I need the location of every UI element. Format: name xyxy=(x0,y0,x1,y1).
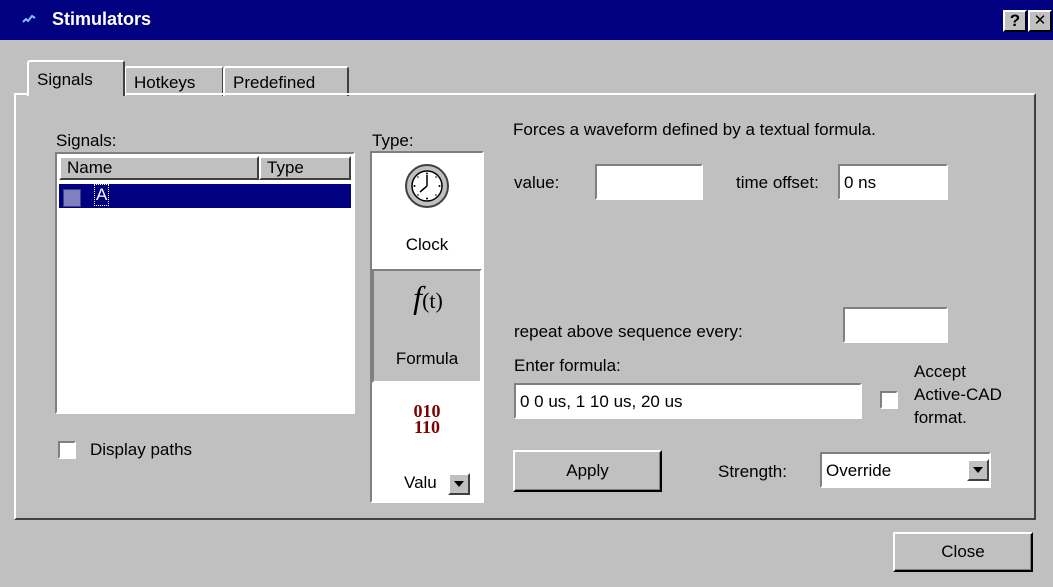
formula-glyph-t: (t) xyxy=(422,288,443,313)
signal-row[interactable]: A xyxy=(59,184,351,208)
type-label: Type: xyxy=(372,131,414,150)
accept-label-line3: format. xyxy=(914,408,967,427)
value-label: value: xyxy=(514,173,560,192)
chevron-down-icon xyxy=(454,481,464,487)
accept-label-line2: Active-CAD xyxy=(914,385,1002,404)
column-header-name[interactable]: Name xyxy=(59,156,259,180)
tab-signals-label: Signals xyxy=(37,70,93,89)
tab-predefined-label: Predefined xyxy=(233,73,316,92)
apply-button[interactable]: Apply xyxy=(513,450,662,492)
signals-label: Signals: xyxy=(56,131,117,150)
close-window-button[interactable]: ✕ xyxy=(1028,10,1052,32)
tab-predefined[interactable]: Predefined xyxy=(223,66,349,96)
signal-icon xyxy=(63,189,81,207)
binary-bottom: 110 xyxy=(413,417,440,437)
title-bar[interactable]: Stimulators ? ✕ xyxy=(0,0,1053,40)
column-header-type-label: Type xyxy=(267,158,304,177)
time-offset-input[interactable]: 0 ns xyxy=(838,164,948,200)
formula-input[interactable]: 0 0 us, 1 10 us, 20 us xyxy=(514,383,862,419)
tab-signals[interactable]: Signals xyxy=(27,60,125,96)
repeat-input[interactable] xyxy=(843,307,948,343)
type-formula[interactable]: f(t) Formula xyxy=(372,269,482,383)
enter-formula-label: Enter formula: xyxy=(514,356,621,375)
strength-select[interactable]: Override xyxy=(820,452,991,488)
help-button[interactable]: ? xyxy=(1003,10,1027,32)
display-paths-checkbox[interactable] xyxy=(58,441,76,459)
type-scroll-down-button[interactable] xyxy=(448,473,470,495)
window-title: Stimulators xyxy=(52,9,152,29)
accept-active-cad-checkbox[interactable] xyxy=(880,391,898,409)
column-header-name-label: Name xyxy=(67,158,113,177)
strength-dropdown-button[interactable] xyxy=(967,459,989,481)
signal-name: A xyxy=(93,184,110,206)
value-input[interactable] xyxy=(595,164,703,200)
binary-value-icon: 010 110 xyxy=(392,402,462,437)
formula-icon: f(t) xyxy=(398,279,458,316)
close-button[interactable]: Close xyxy=(893,532,1033,572)
strength-label: Strength: xyxy=(718,462,787,481)
column-header-type[interactable]: Type xyxy=(259,156,351,180)
time-offset-text: 0 ns xyxy=(844,173,877,192)
time-offset-label: time offset: xyxy=(736,173,819,192)
tab-hotkeys-label: Hotkeys xyxy=(134,73,196,92)
type-clock[interactable]: Clock xyxy=(372,153,482,269)
formula-glyph-f: f xyxy=(413,279,423,315)
app-icon xyxy=(22,14,36,23)
type-formula-label: Formula xyxy=(395,349,459,368)
type-clock-label: Clock xyxy=(405,235,449,254)
signals-list[interactable]: Name Type A xyxy=(55,152,355,414)
formula-description: Forces a waveform defined by a textual f… xyxy=(513,120,876,139)
strength-value: Override xyxy=(826,461,892,480)
accept-label-line1: Accept xyxy=(914,362,966,381)
formula-input-text: 0 0 us, 1 10 us, 20 us xyxy=(520,392,683,411)
type-value[interactable]: 010 110 Valu xyxy=(372,383,482,501)
display-paths-label: Display paths xyxy=(90,440,193,459)
accept-active-cad-label: Accept Active-CAD format. xyxy=(914,360,1002,429)
tab-hotkeys[interactable]: Hotkeys xyxy=(124,66,224,96)
type-selector[interactable]: Clock f(t) Formula 010 110 Valu xyxy=(370,151,484,503)
chevron-down-icon xyxy=(973,467,983,473)
type-value-label: Valu xyxy=(404,473,437,492)
repeat-label: repeat above sequence every: xyxy=(514,322,743,341)
clock-icon xyxy=(405,164,449,208)
